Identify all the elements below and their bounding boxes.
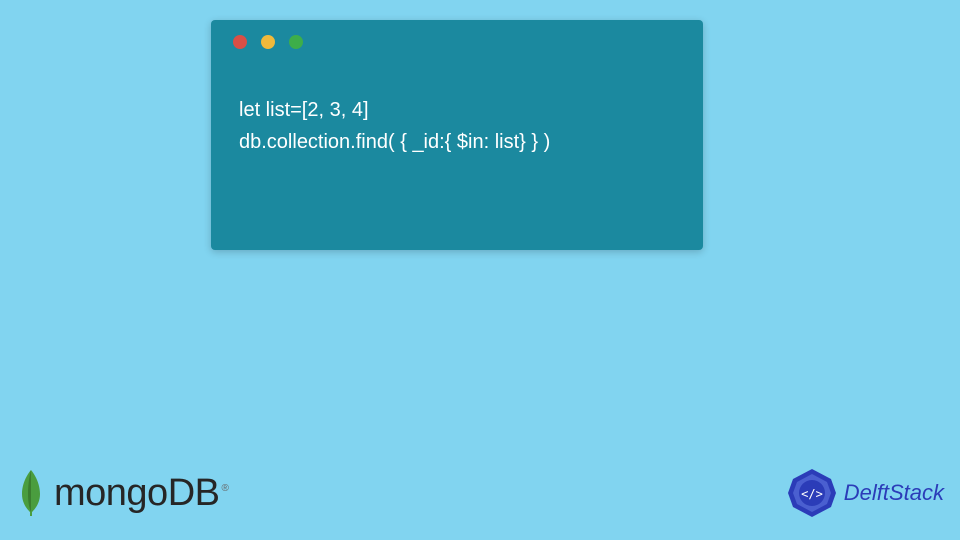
code-window: let list=[2, 3, 4] db.collection.find( {… bbox=[211, 20, 703, 250]
mongodb-trademark: ® bbox=[221, 483, 228, 494]
window-titlebar bbox=[211, 20, 703, 64]
footer: mongoDB® </> DelftStack bbox=[0, 458, 960, 528]
delft-label-second: Stack bbox=[889, 480, 944, 505]
mongodb-label: mongoDB bbox=[54, 472, 219, 514]
close-dot-icon bbox=[233, 35, 247, 49]
code-body: let list=[2, 3, 4] db.collection.find( {… bbox=[211, 64, 703, 188]
delftstack-badge-icon: </> bbox=[786, 467, 838, 519]
delftstack-logo: </> DelftStack bbox=[786, 467, 944, 519]
mongodb-logo: mongoDB® bbox=[16, 468, 228, 518]
minimize-dot-icon bbox=[261, 35, 275, 49]
mongodb-text: mongoDB® bbox=[54, 472, 228, 515]
code-line-1: let list=[2, 3, 4] bbox=[239, 94, 675, 126]
mongodb-leaf-icon bbox=[16, 468, 46, 518]
code-line-2: db.collection.find( { _id:{ $in: list} }… bbox=[239, 126, 675, 158]
svg-text:</>: </> bbox=[801, 487, 823, 501]
delft-label-first: Delft bbox=[844, 480, 889, 505]
delftstack-text: DelftStack bbox=[844, 480, 944, 506]
maximize-dot-icon bbox=[289, 35, 303, 49]
